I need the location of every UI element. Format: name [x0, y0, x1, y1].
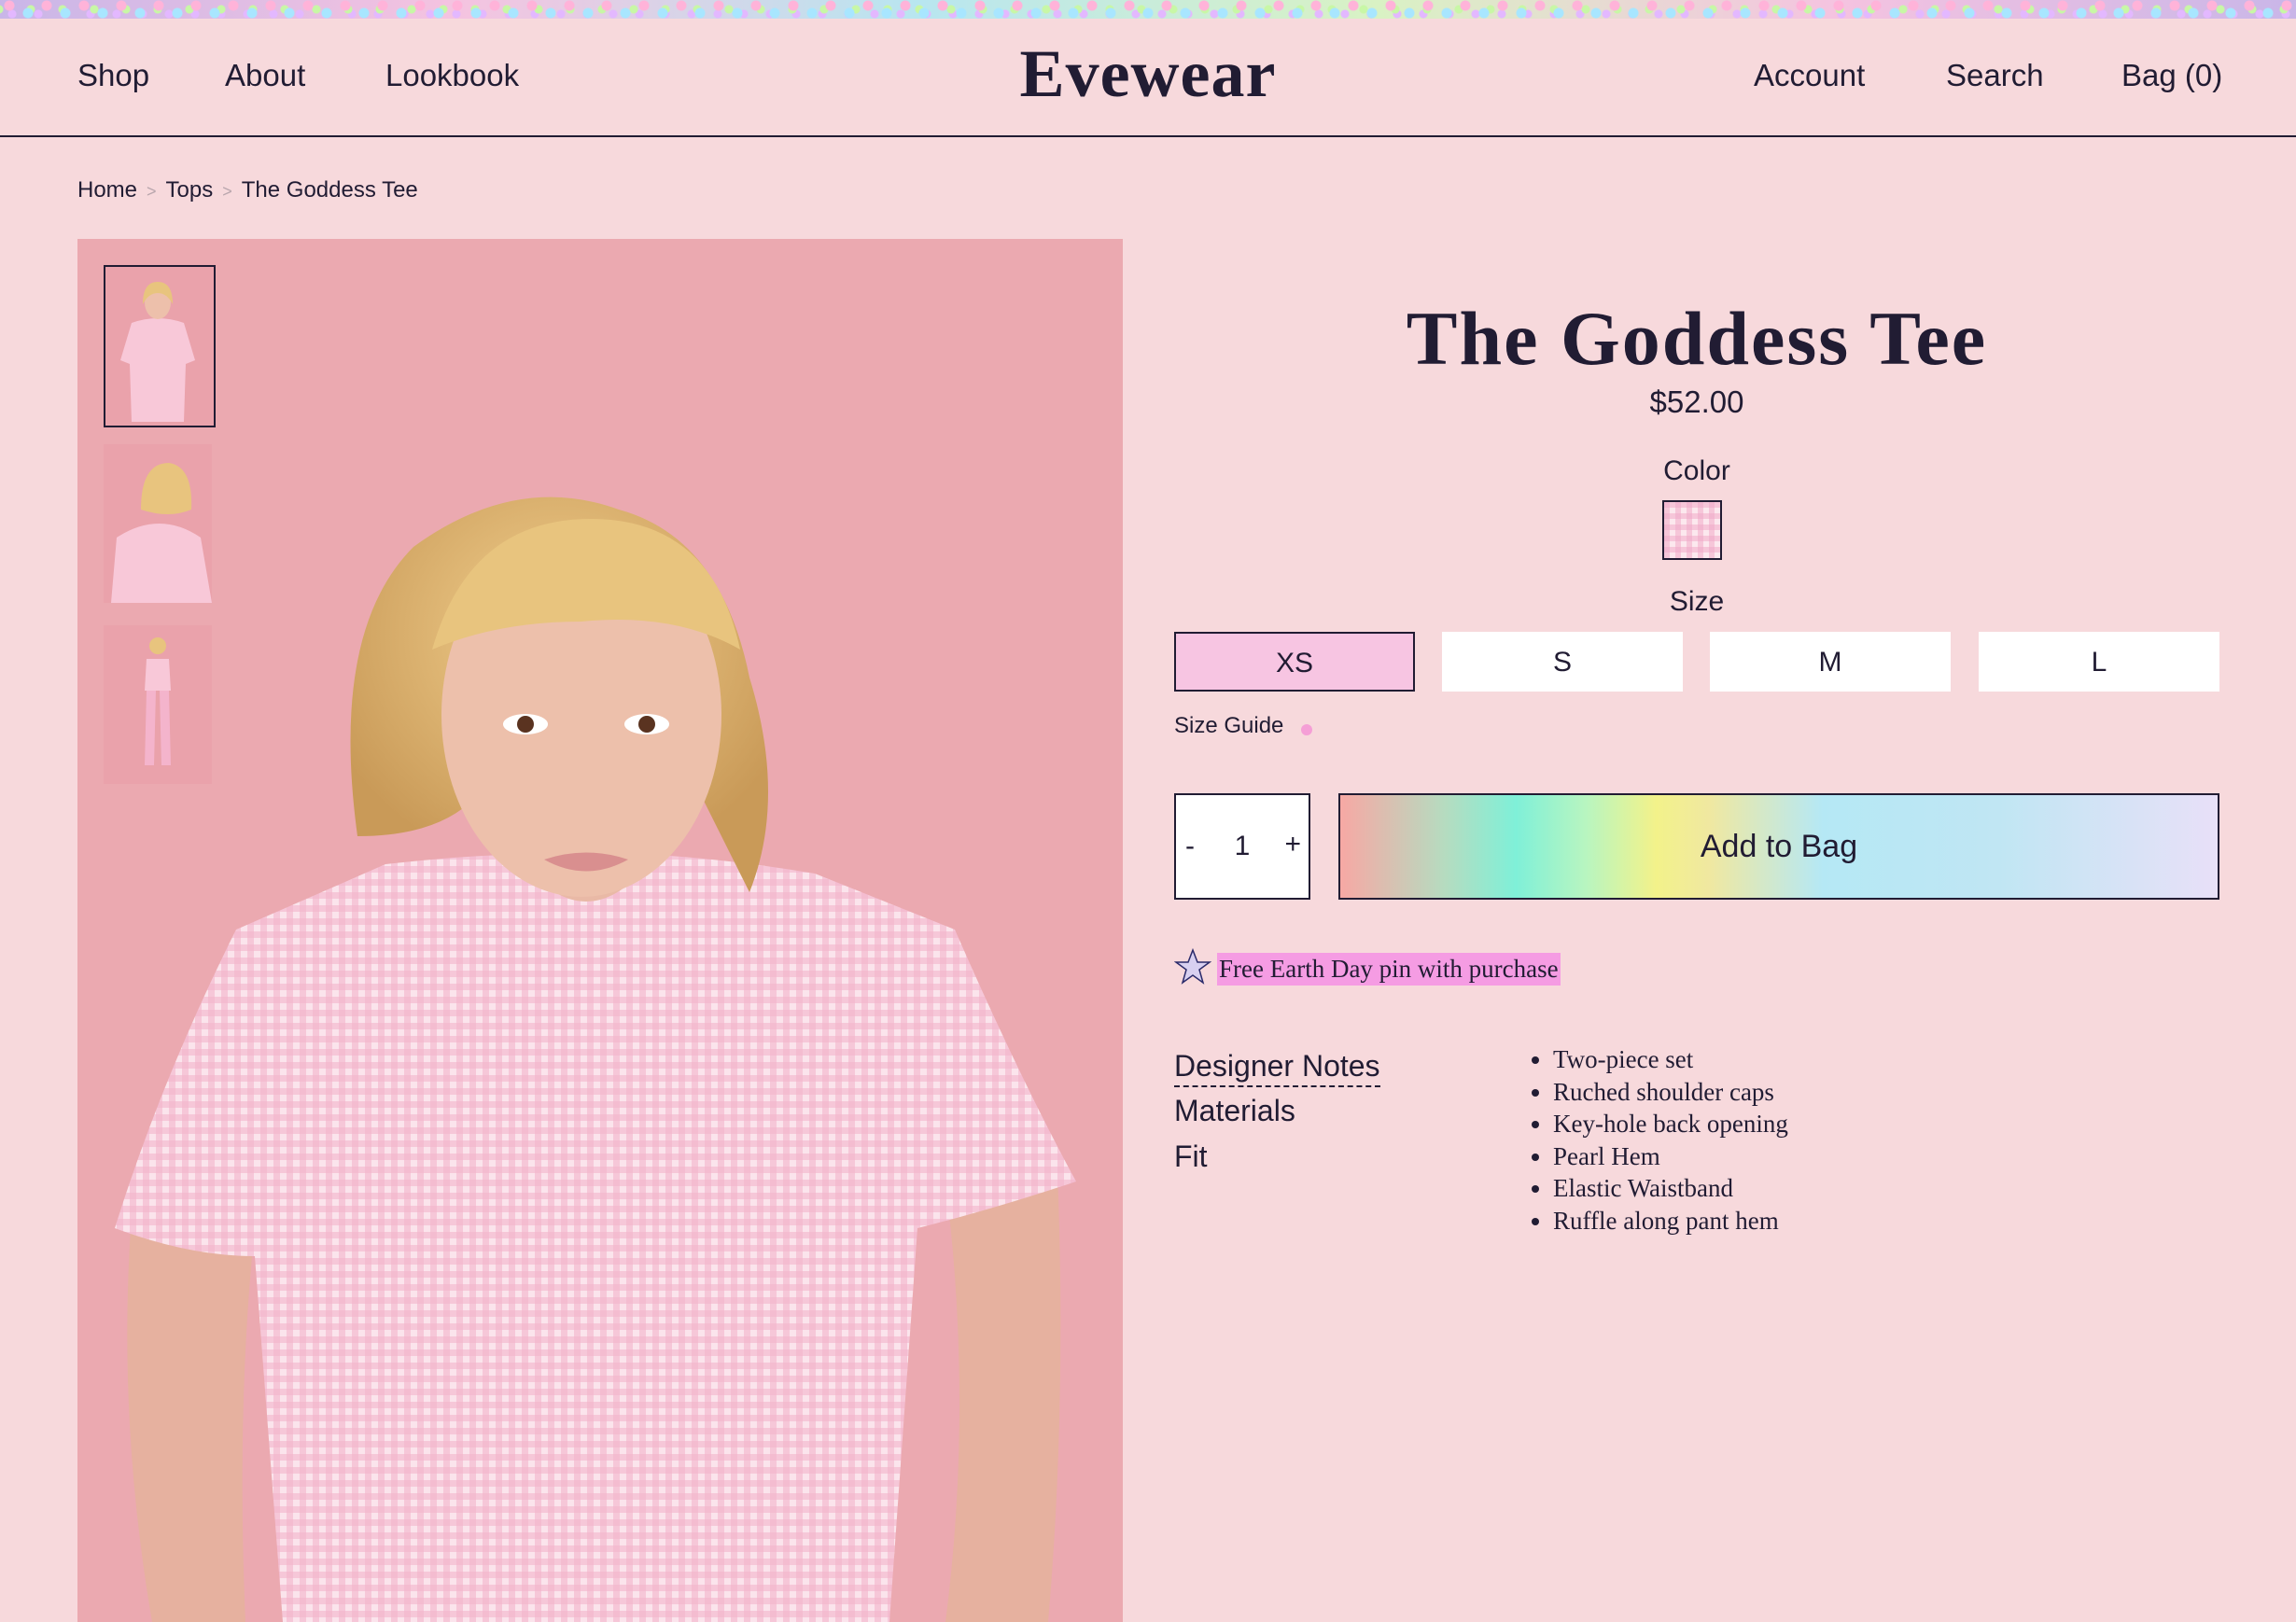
list-item: Ruched shoulder caps [1553, 1076, 1788, 1109]
product-price: $52.00 [1649, 385, 1744, 419]
nav-account-link[interactable]: Account [1754, 58, 1865, 93]
color-swatch-pink-gingham[interactable] [1662, 500, 1722, 560]
breadcrumb-tops[interactable]: Tops [166, 177, 214, 203]
list-item: Key-hole back opening [1553, 1108, 1788, 1140]
nav-bag-link[interactable]: Bag (0) [2121, 58, 2222, 93]
size-guide-dot-icon [1301, 724, 1312, 735]
designer-notes-list: Two-piece set Ruched shoulder caps Key-h… [1525, 1043, 1788, 1237]
quantity-stepper: - 1 + [1174, 793, 1310, 900]
thumbnail-front[interactable] [104, 265, 216, 427]
tab-fit[interactable]: Fit [1174, 1140, 1208, 1174]
breadcrumb-separator: > [222, 182, 232, 201]
list-item: Elastic Waistband [1553, 1172, 1788, 1205]
size-xs-button[interactable]: XS [1174, 632, 1415, 692]
breadcrumb-separator: > [147, 182, 157, 201]
tab-materials[interactable]: Materials [1174, 1094, 1295, 1128]
add-to-bag-button[interactable]: Add to Bag [1338, 793, 2219, 900]
color-label: Color [1663, 455, 1730, 486]
product-gallery [77, 239, 1123, 1622]
breadcrumb: Home > Tops > The Goddess Tee [77, 177, 418, 203]
nav-search-link[interactable]: Search [1946, 58, 2044, 93]
list-item: Ruffle along pant hem [1553, 1205, 1788, 1237]
nav-about-link[interactable]: About [225, 58, 305, 93]
size-l-button[interactable]: L [1979, 632, 2219, 692]
size-guide-link[interactable]: Size Guide [1174, 713, 1283, 739]
star-icon [1173, 947, 1212, 990]
tab-designer-notes[interactable]: Designer Notes [1174, 1049, 1380, 1087]
promo-text: Free Earth Day pin with purchase [1217, 953, 1561, 986]
product-title: The Goddess Tee [1406, 296, 1988, 381]
nav-shop-link[interactable]: Shop [77, 58, 149, 93]
thumbnail-full-body[interactable] [104, 625, 212, 784]
breadcrumb-current: The Goddess Tee [241, 177, 418, 203]
nav-lookbook-link[interactable]: Lookbook [385, 58, 519, 93]
size-m-button[interactable]: M [1710, 632, 1951, 692]
site-header: Shop About Lookbook Evewear Account Sear… [0, 19, 2296, 137]
list-item: Two-piece set [1553, 1043, 1788, 1076]
qty-increase-button[interactable]: + [1284, 829, 1301, 860]
size-label: Size [1669, 586, 1725, 617]
brand-logo[interactable]: Evewear [1008, 35, 1288, 113]
list-item: Pearl Hem [1553, 1140, 1788, 1173]
main-product-photo [77, 239, 1123, 1622]
glitter-banner [0, 0, 2296, 19]
size-s-button[interactable]: S [1442, 632, 1683, 692]
thumbnail-back[interactable] [104, 444, 212, 603]
breadcrumb-home[interactable]: Home [77, 177, 137, 203]
